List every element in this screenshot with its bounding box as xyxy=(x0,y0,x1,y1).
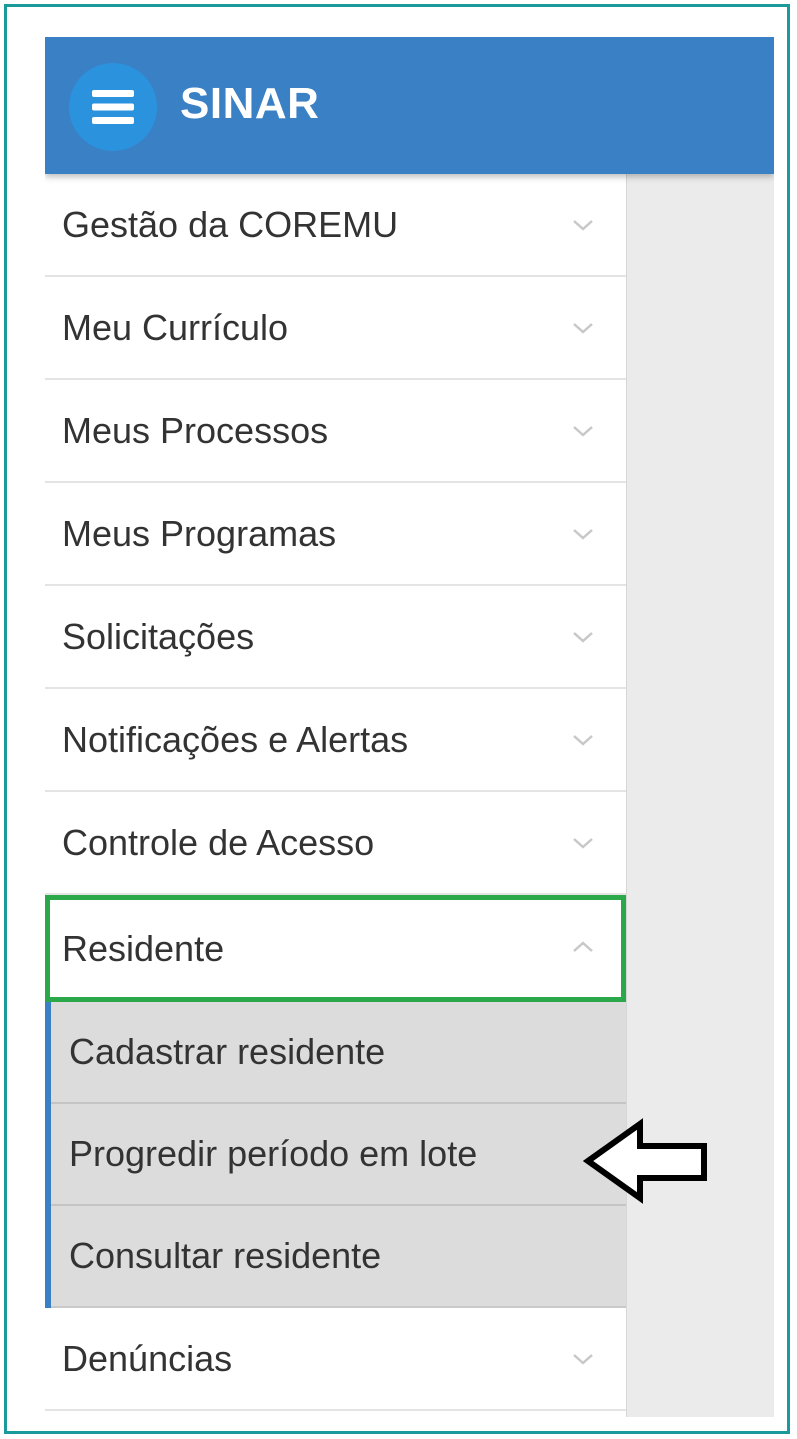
sidebar-item-label: Meu Currículo xyxy=(62,307,289,348)
sidebar-item-controle-de-acesso[interactable]: Controle de Acesso xyxy=(45,792,626,895)
chevron-down-icon xyxy=(573,529,593,540)
submenu-item-label: Progredir período em lote xyxy=(69,1133,478,1174)
sidebar-item-label: Controle de Acesso xyxy=(62,822,375,863)
sidebar-item-label: Notificações e Alertas xyxy=(62,719,409,760)
sidebar-item-meus-programas[interactable]: Meus Programas xyxy=(45,483,626,586)
submenu-item-consultar-residente[interactable]: Consultar residente xyxy=(51,1206,626,1308)
left-arrow-pointer-icon xyxy=(582,1118,707,1204)
sidebar-item-meus-processos[interactable]: Meus Processos xyxy=(45,380,626,483)
sidebar-item-label: Gestão da COREMU xyxy=(62,204,399,245)
sidebar-item-label: Meus Processos xyxy=(62,410,329,451)
sidebar-item-solicitacoes[interactable]: Solicitações xyxy=(45,586,626,689)
sidebar-item-denuncias[interactable]: Denúncias xyxy=(45,1308,626,1411)
sidebar-item-label: Denúncias xyxy=(62,1338,233,1379)
sidebar-item-label: Meus Programas xyxy=(62,513,337,554)
submenu-item-cadastrar-residente[interactable]: Cadastrar residente xyxy=(51,1002,626,1104)
chevron-down-icon xyxy=(573,632,593,643)
chevron-down-icon xyxy=(573,323,593,334)
chevron-down-icon xyxy=(573,838,593,849)
chevron-down-icon xyxy=(573,735,593,746)
menu-toggle-button[interactable] xyxy=(69,63,157,151)
sidebar-item-notificacoes-e-alertas[interactable]: Notificações e Alertas xyxy=(45,689,626,792)
hamburger-icon xyxy=(92,90,134,124)
chevron-down-icon xyxy=(573,1354,593,1365)
sidebar-item-meu-curriculo[interactable]: Meu Currículo xyxy=(45,277,626,380)
chevron-up-icon xyxy=(573,941,593,952)
sidebar-item-residente[interactable]: Residente xyxy=(45,895,626,1002)
residente-submenu: Cadastrar residente Progredir período em… xyxy=(45,1002,626,1308)
sidebar-item-gestao-da-coremu[interactable]: Gestão da COREMU xyxy=(45,174,626,277)
app-window: SINAR Gestão da COREMU Meu Currículo Meu… xyxy=(45,37,774,1417)
sidebar-item-label: Solicitações xyxy=(62,616,255,657)
sidebar: Gestão da COREMU Meu Currículo Meus Proc… xyxy=(45,174,627,1417)
submenu-item-label: Cadastrar residente xyxy=(69,1031,386,1072)
submenu-item-progredir-periodo-em-lote[interactable]: Progredir período em lote xyxy=(51,1104,626,1206)
top-navigation-bar: SINAR xyxy=(45,37,774,174)
chevron-down-icon xyxy=(573,426,593,437)
app-title[interactable]: SINAR xyxy=(180,79,319,129)
submenu-item-label: Consultar residente xyxy=(69,1235,382,1276)
sidebar-item-label: Residente xyxy=(62,928,225,969)
chevron-down-icon xyxy=(573,220,593,231)
